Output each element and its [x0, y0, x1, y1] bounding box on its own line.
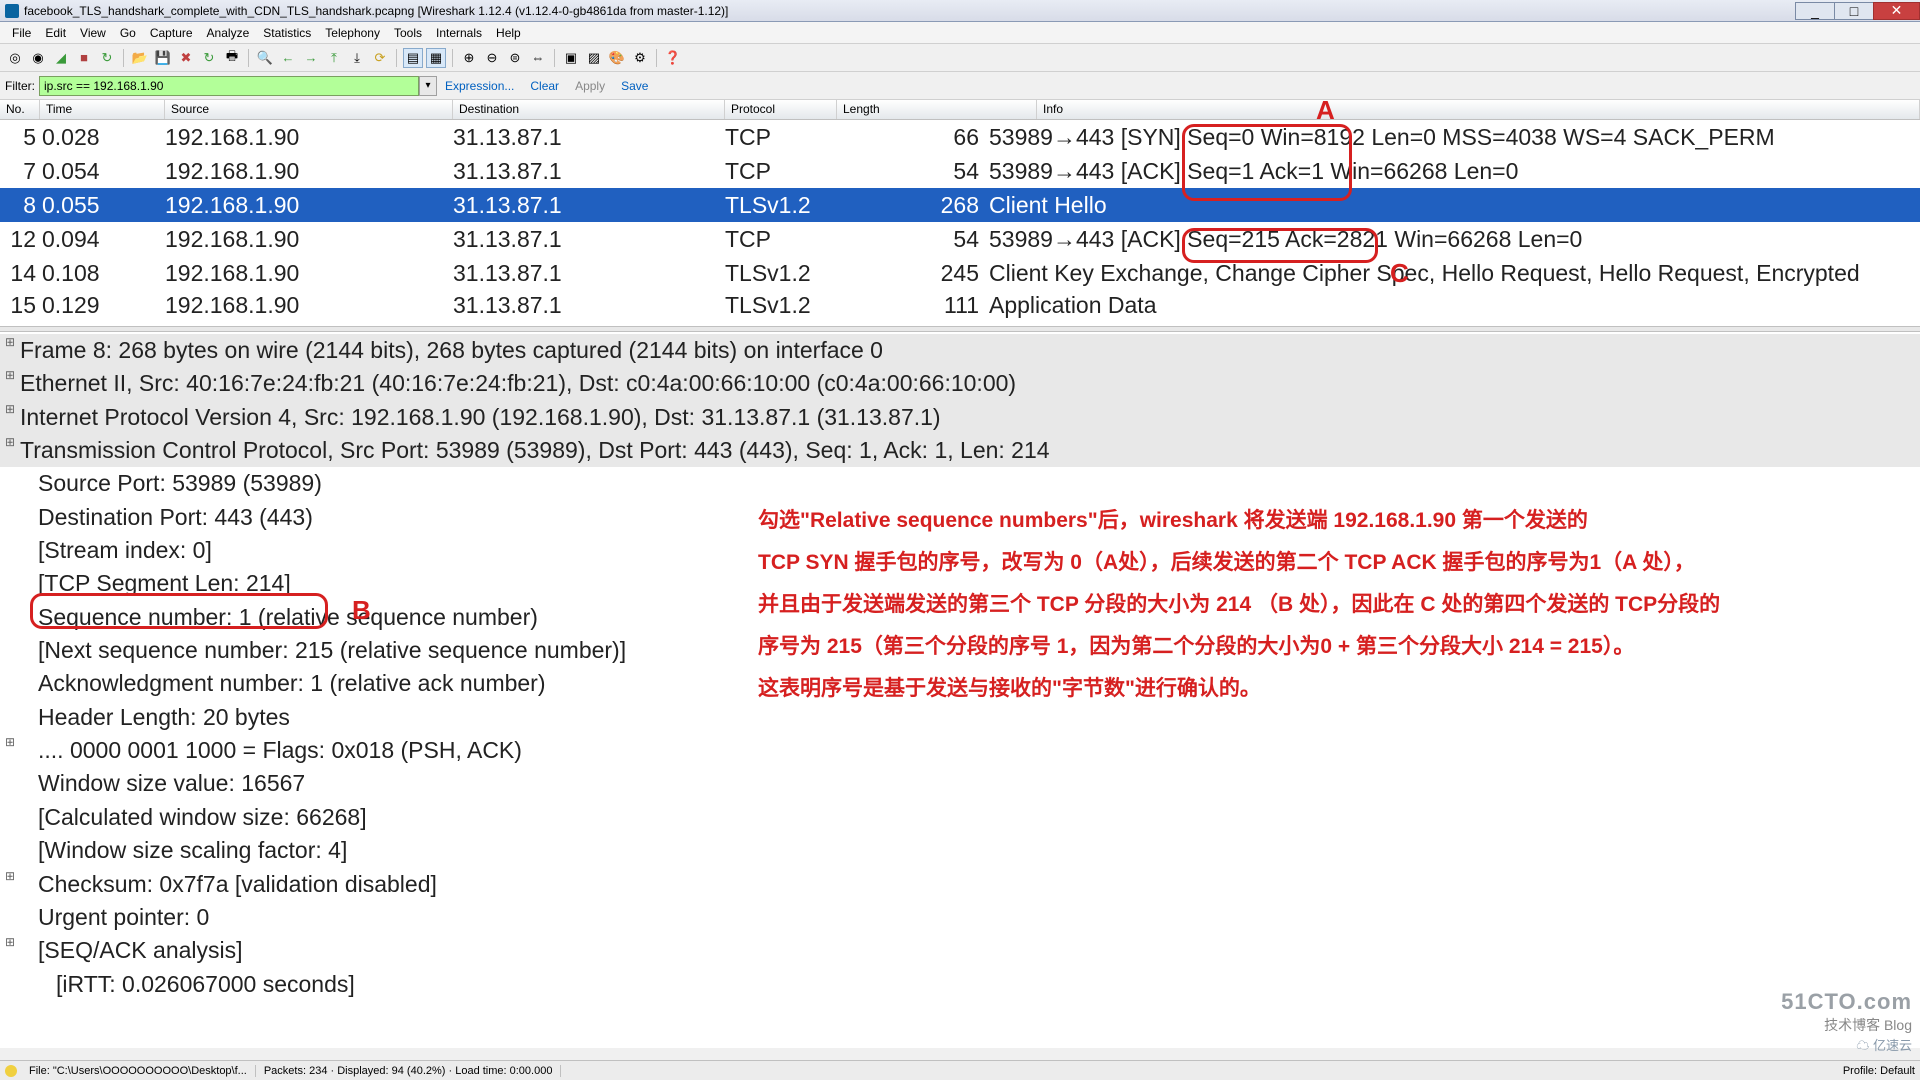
- save-icon[interactable]: 💾: [153, 48, 173, 68]
- tree-tcp[interactable]: Transmission Control Protocol, Src Port:…: [0, 434, 1920, 467]
- back-icon[interactable]: ←: [278, 48, 298, 68]
- window-title: facebook_TLS_handshark_complete_with_CDN…: [24, 4, 728, 18]
- prefs-icon[interactable]: ⚙: [630, 48, 650, 68]
- tree-cksum[interactable]: Checksum: 0x7f7a [validation disabled]: [0, 868, 1920, 901]
- minimize-button[interactable]: _: [1795, 2, 1835, 20]
- column-headers[interactable]: No. Time Source Destination Protocol Len…: [0, 100, 1920, 120]
- col-destination[interactable]: Destination: [453, 100, 725, 119]
- help-icon[interactable]: ❓: [663, 48, 683, 68]
- col-length[interactable]: Length: [837, 100, 1037, 119]
- reload-icon[interactable]: ↻: [199, 48, 219, 68]
- forward-icon[interactable]: →: [301, 48, 321, 68]
- watermark-small: 技术博客 Blog: [1781, 1015, 1912, 1035]
- menu-edit[interactable]: Edit: [38, 24, 73, 42]
- coloring-rules-icon[interactable]: 🎨: [607, 48, 627, 68]
- col-time[interactable]: Time: [40, 100, 165, 119]
- watermark-big: 51CTO.com: [1781, 989, 1912, 1015]
- table-row[interactable]: 150.129192.168.1.9031.13.87.1TLSv1.2111A…: [0, 290, 1920, 320]
- apply-link[interactable]: Apply: [575, 79, 605, 93]
- expression-link[interactable]: Expression...: [445, 79, 514, 93]
- status-file: File: "C:\Users\OOOOOOOOOO\Desktop\f...: [21, 1065, 256, 1077]
- menu-bar: File Edit View Go Capture Analyze Statis…: [0, 22, 1920, 44]
- tree-frame[interactable]: Frame 8: 268 bytes on wire (2144 bits), …: [0, 334, 1920, 367]
- expert-info-icon[interactable]: [5, 1065, 17, 1077]
- col-protocol[interactable]: Protocol: [725, 100, 837, 119]
- clear-link[interactable]: Clear: [530, 79, 559, 93]
- table-row[interactable]: 50.028192.168.1.9031.13.87.1TCP6653989→4…: [0, 120, 1920, 154]
- filter-label: Filter:: [5, 79, 35, 93]
- table-row[interactable]: 80.055192.168.1.9031.13.87.1TLSv1.2268Cl…: [0, 188, 1920, 222]
- app-icon: [5, 4, 19, 18]
- status-profile[interactable]: Profile: Default: [1843, 1065, 1915, 1077]
- toolbar: ◎ ◉ ◢ ■ ↻ 📂 💾 ✖ ↻ 🖶 🔍 ← → ⤒ ⤓ ⟳ ▤ ▦ ⊕ ⊖ …: [0, 44, 1920, 72]
- open-icon[interactable]: 📂: [130, 48, 150, 68]
- filter-dropdown-icon[interactable]: ▾: [419, 76, 437, 96]
- title-bar: facebook_TLS_handshark_complete_with_CDN…: [0, 0, 1920, 22]
- save-link[interactable]: Save: [621, 79, 648, 93]
- zoom-normal-icon[interactable]: ⊜: [505, 48, 525, 68]
- start-icon[interactable]: ◢: [51, 48, 71, 68]
- annotation-label-b: B: [352, 595, 371, 626]
- tree-ethernet[interactable]: Ethernet II, Src: 40:16:7e:24:fb:21 (40:…: [0, 367, 1920, 400]
- table-row[interactable]: 70.054192.168.1.9031.13.87.1TCP5453989→4…: [0, 154, 1920, 188]
- close-file-icon[interactable]: ✖: [176, 48, 196, 68]
- tree-winsize[interactable]: Window size value: 16567: [0, 767, 1920, 800]
- tree-srcport[interactable]: Source Port: 53989 (53989): [0, 467, 1920, 500]
- tree-irtt[interactable]: [iRTT: 0.026067000 seconds]: [0, 968, 1920, 1001]
- col-info[interactable]: Info: [1037, 100, 1920, 119]
- menu-analyze[interactable]: Analyze: [200, 24, 257, 42]
- status-packets: Packets: 234 · Displayed: 94 (40.2%) · L…: [256, 1065, 562, 1077]
- tree-urgent[interactable]: Urgent pointer: 0: [0, 901, 1920, 934]
- interfaces-icon[interactable]: ◎: [5, 48, 25, 68]
- packet-list[interactable]: No. Time Source Destination Protocol Len…: [0, 100, 1920, 326]
- tree-seqack[interactable]: [SEQ/ACK analysis]: [0, 934, 1920, 967]
- options-icon[interactable]: ◉: [28, 48, 48, 68]
- annotation-text: 勾选"Relative sequence numbers"后，wireshark…: [758, 500, 1878, 710]
- table-row[interactable]: 120.094192.168.1.9031.13.87.1TCP5453989→…: [0, 222, 1920, 256]
- menu-internals[interactable]: Internals: [429, 24, 489, 42]
- tree-ip[interactable]: Internet Protocol Version 4, Src: 192.16…: [0, 401, 1920, 434]
- tree-calcwin[interactable]: [Calculated window size: 66268]: [0, 801, 1920, 834]
- menu-view[interactable]: View: [73, 24, 113, 42]
- menu-tools[interactable]: Tools: [387, 24, 429, 42]
- stop-icon[interactable]: ■: [74, 48, 94, 68]
- close-button[interactable]: ✕: [1873, 2, 1920, 20]
- first-icon[interactable]: ⤓: [347, 48, 367, 68]
- goto-icon[interactable]: ⤒: [324, 48, 344, 68]
- watermark: 51CTO.com 技术博客 Blog ☁ 亿速云: [1781, 989, 1912, 1054]
- filter-input[interactable]: [39, 76, 419, 96]
- menu-file[interactable]: File: [5, 24, 38, 42]
- display-filter-icon[interactable]: ▨: [584, 48, 604, 68]
- window-controls: _ □ ✕: [1796, 2, 1920, 20]
- menu-go[interactable]: Go: [113, 24, 143, 42]
- col-source[interactable]: Source: [165, 100, 453, 119]
- last-icon[interactable]: ⟳: [370, 48, 390, 68]
- annotation-label-a: A: [1316, 95, 1335, 126]
- print-icon[interactable]: 🖶: [222, 48, 242, 68]
- tree-flags[interactable]: .... 0000 0001 1000 = Flags: 0x018 (PSH,…: [0, 734, 1920, 767]
- zoom-out-icon[interactable]: ⊖: [482, 48, 502, 68]
- menu-telephony[interactable]: Telephony: [318, 24, 387, 42]
- col-no[interactable]: No.: [0, 100, 40, 119]
- filter-bar: Filter: ▾ Expression... Clear Apply Save: [0, 72, 1920, 100]
- resize-cols-icon[interactable]: ⇔: [528, 48, 548, 68]
- restart-icon[interactable]: ↻: [97, 48, 117, 68]
- tree-winscale[interactable]: [Window size scaling factor: 4]: [0, 834, 1920, 867]
- capture-filter-icon[interactable]: ▣: [561, 48, 581, 68]
- autoscroll-icon[interactable]: ▤: [403, 48, 423, 68]
- watermark-sub: ☁ 亿速云: [1781, 1035, 1912, 1054]
- table-row[interactable]: 140.108192.168.1.9031.13.87.1TLSv1.2245C…: [0, 256, 1920, 290]
- status-bar: File: "C:\Users\OOOOOOOOOO\Desktop\f... …: [0, 1060, 1920, 1080]
- maximize-button[interactable]: □: [1834, 2, 1874, 20]
- find-icon[interactable]: 🔍: [255, 48, 275, 68]
- annotation-label-c: C: [1390, 258, 1409, 289]
- menu-statistics[interactable]: Statistics: [256, 24, 318, 42]
- menu-capture[interactable]: Capture: [143, 24, 200, 42]
- menu-help[interactable]: Help: [489, 24, 528, 42]
- zoom-in-icon[interactable]: ⊕: [459, 48, 479, 68]
- colorize-icon[interactable]: ▦: [426, 48, 446, 68]
